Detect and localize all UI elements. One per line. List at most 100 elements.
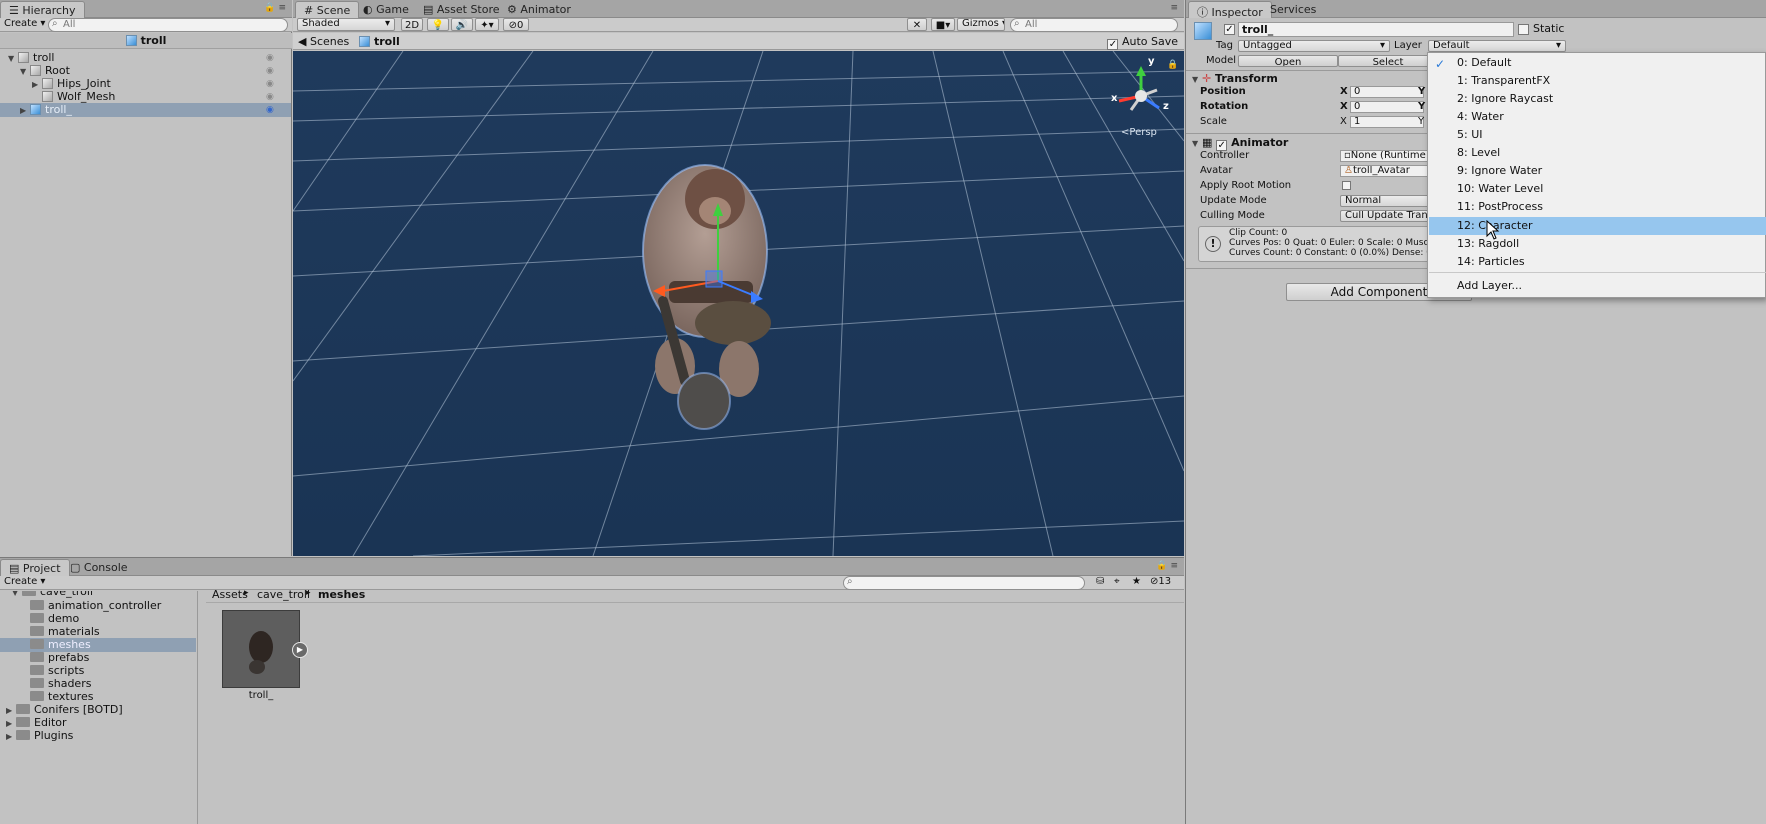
root-motion-checkbox[interactable]: [1342, 181, 1351, 190]
audio-toggle-icon[interactable]: 🔊: [451, 18, 473, 31]
object-name-field[interactable]: troll_: [1238, 22, 1514, 37]
folder-shaders[interactable]: shaders: [0, 677, 91, 691]
tab-project[interactable]: ▤ Project: [0, 559, 70, 576]
hierarchy-item-root[interactable]: ▼ Root: [0, 64, 292, 78]
prefab-icon: [359, 36, 370, 47]
2d-toggle-button[interactable]: 2D: [401, 18, 423, 31]
transform-header[interactable]: ▼ ✛ Transform: [1192, 72, 1278, 85]
hierarchy-create-button[interactable]: Create ▾: [4, 18, 45, 29]
gizmo-lock-icon[interactable]: 🔒: [1167, 60, 1178, 70]
hidden-packages-badge[interactable]: ⊘13: [1150, 576, 1171, 587]
hierarchy-search-input[interactable]: All: [48, 18, 288, 32]
lighting-toggle-icon[interactable]: 💡: [427, 18, 449, 31]
tab-hierarchy[interactable]: ☰ Hierarchy: [0, 1, 85, 18]
animator-header[interactable]: ▼ ▦ ✓ Animator: [1192, 136, 1288, 151]
layer-option-ignore-raycast[interactable]: 2: Ignore Raycast: [1429, 90, 1766, 108]
panel-menu-icon[interactable]: 🔒 ≡: [1156, 561, 1178, 571]
layer-option-postprocess[interactable]: 11: PostProcess: [1429, 198, 1766, 216]
visibility-icon[interactable]: ◉: [266, 92, 276, 105]
folder-plugins[interactable]: ▶ Plugins: [0, 729, 73, 743]
controller-field[interactable]: ▫None (Runtime: [1340, 150, 1430, 162]
filter-type-icon[interactable]: ⛁: [1096, 576, 1104, 587]
visibility-icon[interactable]: ◉: [266, 53, 276, 66]
layer-option-ui[interactable]: 5: UI: [1429, 126, 1766, 144]
visibility-icon[interactable]: ◉: [266, 105, 276, 118]
hierarchy-item-hips-joint[interactable]: ▶ Hips_Joint: [0, 77, 292, 91]
scene-viewport[interactable]: [293, 51, 1184, 556]
scene-search-input[interactable]: All: [1010, 18, 1178, 32]
breadcrumb-assets[interactable]: Assets: [212, 588, 248, 601]
gizmos-dropdown[interactable]: Gizmos ▾: [957, 18, 1005, 31]
expand-prefab-icon[interactable]: ▶: [292, 642, 308, 658]
culling-mode-dropdown[interactable]: Cull Update Transfo: [1340, 210, 1430, 222]
folder-demo[interactable]: demo: [0, 612, 79, 626]
breadcrumb-meshes[interactable]: meshes: [318, 588, 365, 601]
auto-save-toggle[interactable]: ✓ Auto Save: [1107, 35, 1178, 50]
collapse-arrow-icon[interactable]: ▶: [6, 730, 16, 744]
hierarchy-item-troll[interactable]: ▼ troll: [0, 51, 292, 65]
tag-dropdown[interactable]: Untagged ▾: [1238, 40, 1390, 52]
shading-mode-dropdown[interactable]: Shaded ▾: [297, 18, 395, 31]
breadcrumb-current[interactable]: troll: [359, 35, 400, 48]
static-checkbox[interactable]: [1518, 24, 1529, 35]
camera-icon[interactable]: ■▾: [931, 18, 955, 31]
folder-materials[interactable]: materials: [0, 625, 100, 639]
breadcrumb-scenes[interactable]: ◀ Scenes: [298, 35, 349, 48]
layer-option-level[interactable]: 8: Level: [1429, 144, 1766, 162]
folder-textures[interactable]: textures: [0, 690, 93, 704]
folder-animation-controller[interactable]: animation_controller: [0, 599, 161, 613]
panel-menu-icon[interactable]: ≡: [1170, 3, 1178, 13]
effects-toggle-icon[interactable]: ✦▾: [475, 18, 499, 31]
layer-option-ragdoll[interactable]: 13: Ragdoll: [1429, 235, 1766, 253]
layer-option-water[interactable]: 4: Water: [1429, 108, 1766, 126]
tab-console[interactable]: ▢ Console: [62, 559, 136, 576]
update-mode-dropdown[interactable]: Normal: [1340, 195, 1430, 207]
auto-save-checkbox[interactable]: ✓: [1107, 39, 1119, 50]
layer-option-water-level[interactable]: 10: Water Level: [1429, 180, 1766, 198]
layer-option-default[interactable]: 0: Default: [1429, 54, 1766, 72]
tab-asset-store[interactable]: ▤ Asset Store: [415, 1, 508, 18]
collapse-arrow-icon[interactable]: ▶: [20, 104, 30, 118]
folder-prefabs[interactable]: prefabs: [0, 651, 89, 665]
favorite-star-icon[interactable]: ★: [1132, 576, 1141, 587]
layer-dropdown[interactable]: Default ▾: [1428, 40, 1566, 52]
expand-arrow-icon[interactable]: ▼: [1192, 75, 1202, 84]
expand-arrow-icon[interactable]: ▼: [1192, 139, 1202, 148]
folder-conifers[interactable]: ▶ Conifers [BOTD]: [0, 703, 123, 717]
breadcrumb-cave-troll[interactable]: cave_troll: [257, 588, 310, 601]
panel-menu-icon[interactable]: 🔒 ≡: [264, 3, 286, 13]
tab-game[interactable]: ◐ Game: [355, 1, 417, 18]
object-active-checkbox[interactable]: ✓: [1224, 24, 1235, 35]
visibility-toggles[interactable]: ◉ ◉ ◉ ◉ ◉: [266, 53, 276, 115]
folder-meshes-selected[interactable]: meshes: [0, 638, 196, 652]
visibility-icon[interactable]: ◉: [266, 66, 276, 79]
tab-scene[interactable]: # Scene: [295, 1, 360, 18]
scale-x-input[interactable]: 1: [1350, 116, 1424, 128]
visibility-icon[interactable]: ◉: [266, 79, 276, 92]
project-create-button[interactable]: Create ▾: [4, 576, 45, 587]
folder-editor[interactable]: ▶ Editor: [0, 716, 67, 730]
tab-animator[interactable]: ⚙ Animator: [499, 1, 579, 18]
tab-inspector[interactable]: ⓘ Inspector: [1188, 1, 1272, 19]
perspective-label[interactable]: <Persp: [1121, 127, 1157, 138]
layer-option-character[interactable]: 12: Character: [1429, 217, 1766, 235]
asset-thumbnail-troll[interactable]: [222, 610, 300, 688]
position-x-input[interactable]: 0: [1350, 86, 1424, 98]
hierarchy-item-troll-selected[interactable]: ▶ troll_: [0, 103, 291, 117]
tools-icon[interactable]: ✕: [907, 18, 927, 31]
layer-option-transparentfx[interactable]: 1: TransparentFX: [1429, 72, 1766, 90]
hierarchy-item-wolf-mesh[interactable]: Wolf_Mesh: [0, 90, 292, 104]
tab-services[interactable]: Services: [1262, 1, 1324, 18]
hidden-objects-counter[interactable]: ⊘0: [503, 18, 529, 31]
tag-value: Untagged: [1243, 40, 1292, 51]
avatar-field[interactable]: ♙troll_Avatar: [1340, 165, 1430, 177]
add-layer-option[interactable]: Add Layer...: [1429, 277, 1766, 295]
layer-option-ignore-water[interactable]: 9: Ignore Water: [1429, 162, 1766, 180]
rotation-x-input[interactable]: 0: [1350, 101, 1424, 113]
folder-cave-troll[interactable]: ▼ cave_troll: [0, 591, 93, 599]
filter-label-icon[interactable]: ⌖: [1114, 576, 1120, 587]
open-button[interactable]: Open: [1238, 55, 1338, 67]
folder-scripts[interactable]: scripts: [0, 664, 84, 678]
layer-option-particles[interactable]: 14: Particles: [1429, 253, 1766, 271]
select-button[interactable]: Select: [1338, 55, 1438, 67]
